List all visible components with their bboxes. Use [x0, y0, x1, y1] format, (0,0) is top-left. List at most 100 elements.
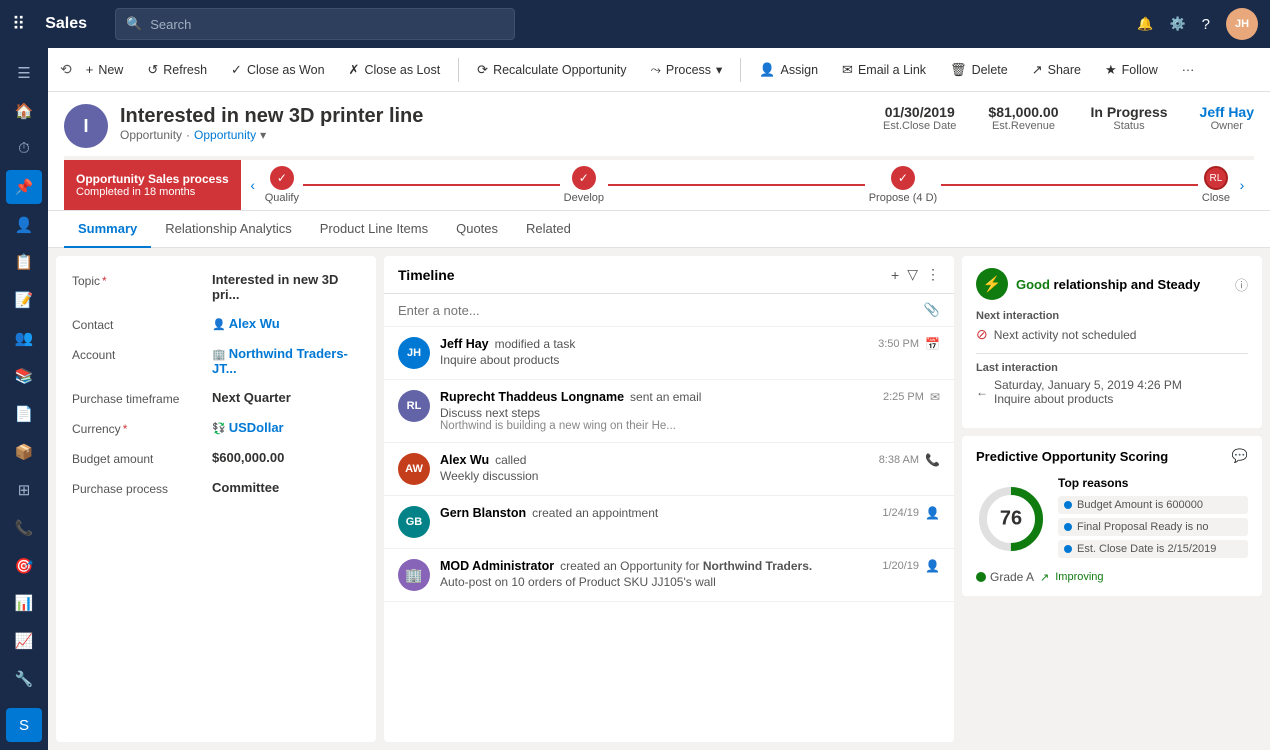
- person-icon: 👤: [759, 62, 775, 78]
- field-contact: Contact 👤Alex Wu: [72, 316, 360, 332]
- field-topic: Topic* Interested in new 3D pri...: [72, 272, 360, 302]
- sidebar-icon-user-badge[interactable]: S: [6, 708, 42, 742]
- recalculate-button[interactable]: ⟳ Recalculate Opportunity: [467, 58, 636, 82]
- tab-quotes[interactable]: Quotes: [442, 211, 512, 248]
- stage-qualify-circle: ✓: [270, 166, 294, 190]
- sidebar-icon-home[interactable]: 🏠: [6, 94, 42, 128]
- divider: [976, 353, 1248, 354]
- chevron-down-icon-small: ▾: [260, 128, 266, 142]
- note-input-area: 📎: [384, 294, 954, 327]
- currency-icon: 💱: [212, 423, 226, 435]
- timeline-entry: GB Gern Blanston created an appointment …: [384, 496, 954, 549]
- stage-develop[interactable]: ✓ Develop: [564, 166, 604, 204]
- delete-button[interactable]: 🗑 Delete: [940, 58, 1018, 82]
- trash-icon: 🗑: [950, 62, 967, 78]
- tab-relationship[interactable]: Relationship Analytics: [151, 211, 305, 248]
- stages-list: ✓ Qualify ✓ Develop ✓ Propose (4 D): [265, 160, 1230, 210]
- grade-badge: Grade A: [976, 570, 1034, 584]
- help-icon[interactable]: ?: [1202, 16, 1210, 33]
- record-title-info: Interested in new 3D printer line Opport…: [120, 104, 871, 142]
- sidebar-icon-list[interactable]: 📋: [6, 245, 42, 279]
- sidebar-icon-analytics[interactable]: 📈: [6, 624, 42, 658]
- sidebar-icon-wrench[interactable]: 🔧: [6, 662, 42, 696]
- refresh-button[interactable]: ↺ Refresh: [137, 58, 217, 82]
- timeline-entry: 🏢 MOD Administrator created an Opportuni…: [384, 549, 954, 602]
- sidebar-icon-people[interactable]: 👥: [6, 321, 42, 355]
- stage-qualify[interactable]: ✓ Qualify: [265, 166, 299, 204]
- field-budget: Budget amount $600,000.00: [72, 450, 360, 466]
- history-icon[interactable]: ⟲: [60, 61, 72, 78]
- close-won-button[interactable]: ✓ Close as Won: [221, 58, 335, 82]
- relationship-icon: ⚡: [976, 268, 1008, 300]
- more-button[interactable]: ···: [1172, 59, 1205, 81]
- new-button[interactable]: + New: [76, 58, 134, 81]
- more-options-icon[interactable]: ⋮: [926, 266, 940, 283]
- attachment-icon[interactable]: 📎: [924, 302, 940, 318]
- ellipsis-icon: ···: [1182, 63, 1195, 77]
- sidebar-icon-box[interactable]: 📦: [6, 435, 42, 469]
- separator2: [740, 58, 741, 82]
- phone-icon: 📞: [925, 453, 940, 467]
- record-subtitle: Opportunity · Opportunity ▾: [120, 128, 871, 142]
- email-button[interactable]: ✉ Email a Link: [832, 58, 936, 82]
- insight-column: ⚡ Good relationship and Steady ⓘ Next in…: [962, 256, 1262, 742]
- user-avatar[interactable]: JH: [1226, 8, 1258, 40]
- timeline-entry: AW Alex Wu called 8:38 AM 📞 Weekly discu…: [384, 443, 954, 496]
- stage-propose[interactable]: ✓ Propose (4 D): [869, 166, 937, 204]
- top-nav-icons: 🔔 ⚙️ ? JH: [1137, 8, 1258, 40]
- sidebar: ☰ 🏠 ⏱ 📌 👤 📋 📝 👥 📚 📄 📦 ⊞ 📞 🎯 📊 📈 🔧 S: [0, 48, 48, 750]
- sidebar-icon-contact[interactable]: 👤: [6, 208, 42, 242]
- refresh-icon: ↺: [147, 62, 158, 78]
- up-arrow-icon: ↗: [1040, 571, 1049, 584]
- tabs-bar: Summary Relationship Analytics Product L…: [48, 211, 1270, 248]
- avatar: GB: [398, 506, 430, 538]
- follow-button[interactable]: ★ Follow: [1095, 58, 1168, 82]
- search-placeholder: Search: [150, 17, 191, 32]
- note-input[interactable]: [398, 303, 916, 318]
- separator1: [458, 58, 459, 82]
- calendar-icon[interactable]: 📅: [925, 337, 940, 351]
- settings-icon[interactable]: ⚙️: [1169, 16, 1185, 32]
- share-button[interactable]: ↗ Share: [1022, 58, 1091, 82]
- avatar: JH: [398, 337, 430, 369]
- relationship-card: ⚡ Good relationship and Steady ⓘ Next in…: [962, 256, 1262, 428]
- checkmark-icon: ✓: [231, 62, 242, 78]
- search-bar[interactable]: 🔍 Search: [115, 8, 515, 40]
- notification-icon[interactable]: 🔔: [1137, 16, 1153, 32]
- add-entry-icon[interactable]: +: [891, 267, 899, 283]
- info-icon[interactable]: ⓘ: [1235, 275, 1248, 294]
- stage-close[interactable]: RL Close: [1202, 166, 1230, 204]
- email-icon-small: ✉: [930, 390, 940, 404]
- filter-icon[interactable]: ▽: [907, 266, 918, 283]
- sidebar-icon-recent[interactable]: ⏱: [6, 132, 42, 166]
- chat-icon[interactable]: 💬: [1232, 448, 1248, 464]
- process-button[interactable]: ⤳ Process ▾: [640, 58, 732, 82]
- stage-promo[interactable]: Opportunity Sales process Completed in 1…: [64, 160, 241, 210]
- chevron-down-icon: ▾: [716, 62, 722, 77]
- sidebar-icon-doc[interactable]: 📄: [6, 397, 42, 431]
- stage-prev-button[interactable]: ‹: [241, 160, 265, 210]
- sidebar-icon-pinned[interactable]: 📌: [6, 170, 42, 204]
- waffle-menu-icon[interactable]: ⠿: [12, 14, 25, 35]
- tab-product-lines[interactable]: Product Line Items: [306, 211, 442, 248]
- sidebar-icon-books[interactable]: 📚: [6, 359, 42, 393]
- tab-summary[interactable]: Summary: [64, 211, 151, 248]
- assign-button[interactable]: 👤 Assign: [749, 58, 828, 82]
- body-columns: Topic* Interested in new 3D pri... Conta…: [48, 248, 1270, 750]
- sidebar-icon-notes[interactable]: 📝: [6, 283, 42, 317]
- close-lost-button[interactable]: ✗ Close as Lost: [339, 58, 451, 82]
- sidebar-icon-target[interactable]: 🎯: [6, 549, 42, 583]
- sidebar-icon-phone[interactable]: 📞: [6, 511, 42, 545]
- stage-bar: Opportunity Sales process Completed in 1…: [64, 156, 1254, 210]
- calc-icon: ⟳: [477, 62, 488, 78]
- warning-icon: ⊘: [976, 326, 988, 343]
- sidebar-icon-menu[interactable]: ☰: [6, 56, 42, 90]
- sidebar-icon-grid[interactable]: ⊞: [6, 473, 42, 507]
- plus-icon: +: [86, 62, 94, 77]
- tab-related[interactable]: Related: [512, 211, 585, 248]
- contact-icon: 👤: [212, 319, 226, 331]
- content-area: ⟲ + New ↺ Refresh ✓ Close as Won ✗ Close…: [48, 48, 1270, 750]
- avatar: AW: [398, 453, 430, 485]
- stage-next-button[interactable]: ›: [1230, 160, 1254, 210]
- sidebar-icon-chart[interactable]: 📊: [6, 586, 42, 620]
